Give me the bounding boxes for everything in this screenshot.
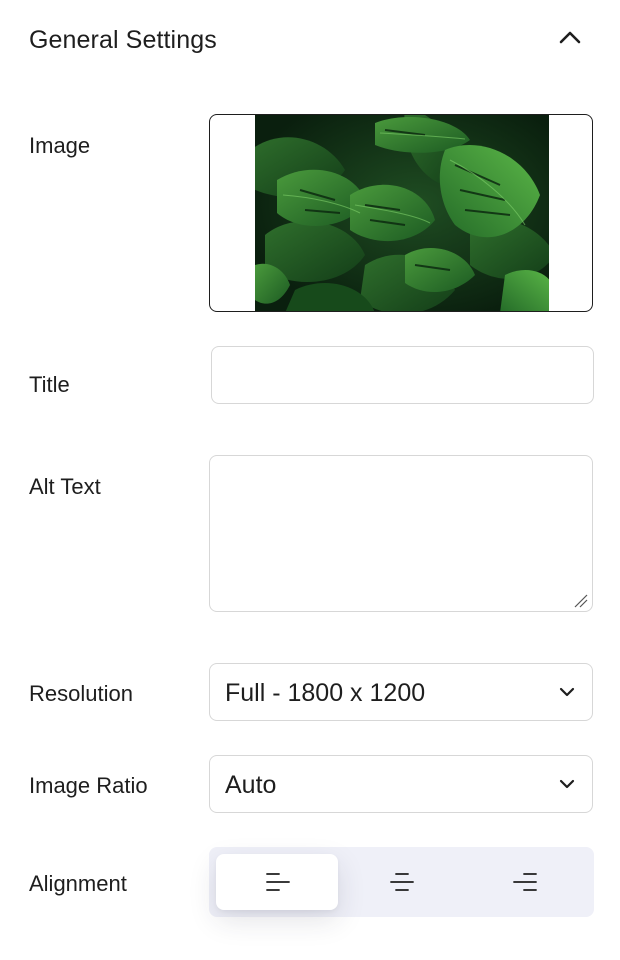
image-label: Image: [29, 133, 91, 158]
image-ratio-value: Auto: [225, 771, 277, 799]
alt-text-label: Alt Text: [29, 474, 101, 499]
resolution-value: Full - 1800 x 1200: [225, 679, 426, 707]
alt-text-textarea[interactable]: [209, 455, 593, 612]
alignment-toggle-group: [209, 847, 594, 917]
image-ratio-label: Image Ratio: [29, 773, 148, 798]
image-picker[interactable]: [209, 114, 593, 312]
general-settings-header[interactable]: General Settings: [0, 0, 620, 82]
align-center-icon: [390, 873, 414, 891]
align-left-button[interactable]: [216, 854, 338, 910]
general-settings-panel: General Settings Image Title Alt Text Re…: [0, 0, 620, 960]
section-title: General Settings: [29, 26, 217, 54]
chevron-down-icon: [559, 687, 575, 697]
image-ratio-select[interactable]: Auto: [209, 755, 593, 813]
title-label: Title: [29, 372, 70, 397]
resolution-label: Resolution: [29, 681, 133, 706]
align-left-icon: [266, 873, 290, 891]
chevron-down-icon: [559, 779, 575, 789]
resolution-select[interactable]: Full - 1800 x 1200: [209, 663, 593, 721]
align-right-button[interactable]: [463, 854, 585, 910]
resize-handle-icon[interactable]: [574, 594, 588, 608]
align-center-button[interactable]: [340, 854, 462, 910]
title-input[interactable]: [211, 346, 594, 404]
alignment-label: Alignment: [29, 871, 127, 896]
align-right-icon: [513, 873, 537, 891]
image-preview: [255, 115, 549, 311]
chevron-up-icon[interactable]: [558, 28, 582, 48]
